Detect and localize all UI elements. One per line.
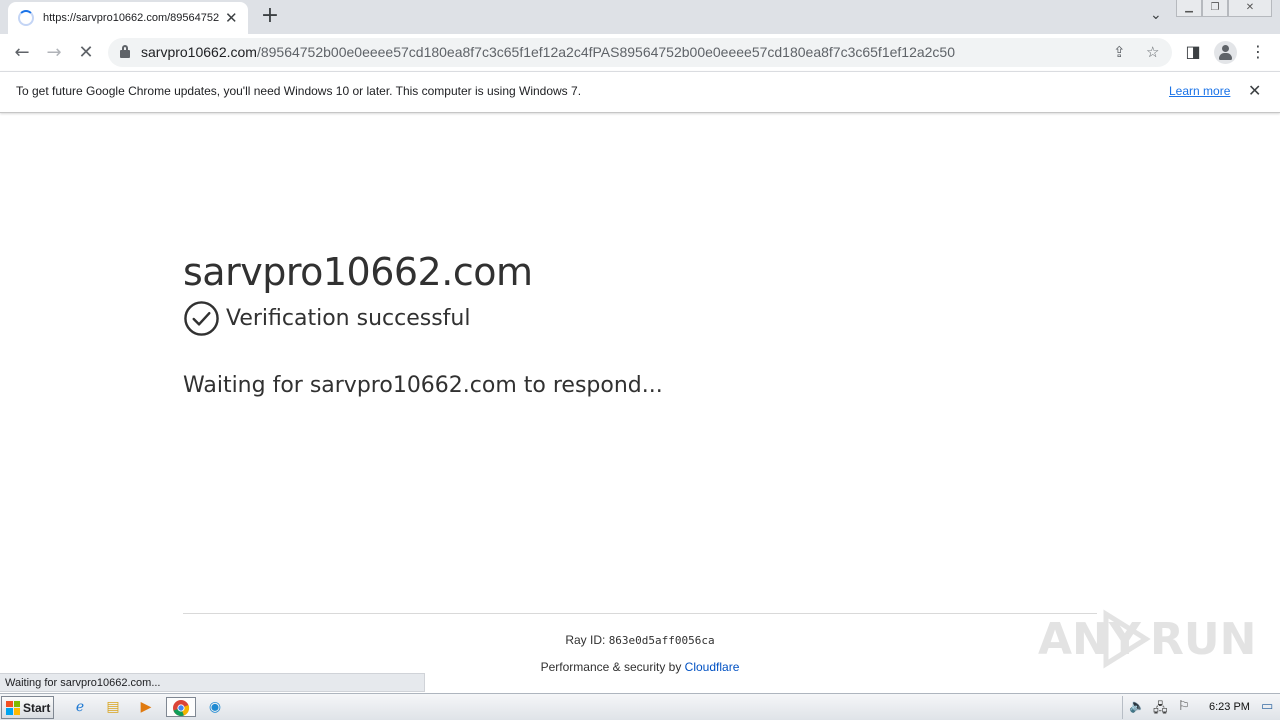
edge-icon[interactable]: ◉ bbox=[204, 697, 226, 717]
minimize-button[interactable]: ▁ bbox=[1176, 0, 1202, 17]
browser-tab[interactable]: https://sarvpro10662.com/89564752b00e0ee… bbox=[8, 2, 248, 34]
performance-label: Performance & security by bbox=[540, 660, 685, 674]
profile-avatar-icon[interactable] bbox=[1214, 41, 1237, 64]
verification-text: Verification successful bbox=[226, 306, 471, 331]
window-controls: ▁ ❐ ✕ bbox=[1176, 0, 1272, 17]
tab-close-icon[interactable]: ✕ bbox=[225, 10, 238, 26]
new-tab-button[interactable]: + bbox=[258, 5, 282, 29]
share-icon[interactable]: ⇪ bbox=[1113, 43, 1126, 61]
waiting-message: Waiting for sarvpro10662.com to respond.… bbox=[183, 373, 663, 398]
ray-id-value: 863e0d5aff0056ca bbox=[608, 634, 715, 647]
internet-explorer-icon[interactable]: ℯ bbox=[69, 697, 91, 717]
windows-logo-icon bbox=[6, 700, 20, 715]
page-content: sarvpro10662.com Verification successful… bbox=[0, 114, 1280, 692]
clock[interactable]: 6:23 PM bbox=[1209, 701, 1250, 713]
back-arrow-icon[interactable]: ← bbox=[9, 40, 35, 66]
media-player-icon[interactable]: ▶ bbox=[135, 697, 157, 717]
cloudflare-link[interactable]: Cloudflare bbox=[685, 660, 740, 674]
action-center-flag-icon[interactable]: ⚐ bbox=[1178, 699, 1190, 714]
check-circle-icon bbox=[184, 301, 219, 336]
start-button[interactable]: Start bbox=[1, 696, 54, 719]
tab-search-chevron-icon[interactable]: ⌄ bbox=[1150, 7, 1162, 23]
windows-taskbar: Start ℯ ▤ ▶ ◉ 🔈 🖧 ⚐ 6:23 PM ▭ bbox=[0, 693, 1280, 720]
chrome-icon[interactable] bbox=[166, 697, 196, 717]
start-label: Start bbox=[23, 700, 51, 715]
address-bar[interactable]: sarvpro10662.com/89564752b00e0eeee57cd18… bbox=[108, 38, 1172, 67]
infobar-message: To get future Google Chrome updates, you… bbox=[16, 84, 582, 98]
loading-spinner-icon bbox=[18, 10, 34, 26]
infobar-close-icon[interactable]: ✕ bbox=[1248, 81, 1261, 100]
file-explorer-icon[interactable]: ▤ bbox=[102, 697, 124, 717]
restore-button[interactable]: ❐ bbox=[1202, 0, 1228, 17]
bookmark-star-icon[interactable]: ☆ bbox=[1146, 43, 1159, 61]
tab-strip: https://sarvpro10662.com/89564752b00e0ee… bbox=[0, 0, 1280, 34]
system-tray: 🔈 🖧 ⚐ 6:23 PM ▭ bbox=[1122, 696, 1278, 719]
window-close-button[interactable]: ✕ bbox=[1228, 0, 1272, 17]
divider bbox=[183, 613, 1097, 614]
update-infobar: To get future Google Chrome updates, you… bbox=[0, 71, 1280, 113]
forward-arrow-icon[interactable]: → bbox=[41, 40, 67, 66]
show-desktop-icon[interactable]: ▭ bbox=[1261, 699, 1273, 714]
side-panel-icon[interactable]: ◨ bbox=[1182, 42, 1204, 61]
volume-icon[interactable]: 🔈 bbox=[1129, 699, 1145, 714]
url-text[interactable]: sarvpro10662.com/89564752b00e0eeee57cd18… bbox=[141, 44, 955, 60]
menu-kebab-icon[interactable]: ⋮ bbox=[1247, 42, 1269, 61]
learn-more-link[interactable]: Learn more bbox=[1169, 84, 1230, 98]
anyrun-watermark-logo: ANY RUN bbox=[1038, 609, 1257, 669]
verification-status: Verification successful bbox=[183, 300, 470, 337]
status-bubble: Waiting for sarvpro10662.com... bbox=[0, 673, 425, 692]
ray-id-label: Ray ID: bbox=[565, 633, 609, 647]
site-title: sarvpro10662.com bbox=[183, 250, 533, 294]
browser-toolbar: ← → ✕ sarvpro10662.com/89564752b00e0eeee… bbox=[0, 34, 1280, 71]
stop-loading-icon[interactable]: ✕ bbox=[73, 40, 99, 66]
network-icon[interactable]: 🖧 bbox=[1153, 699, 1168, 721]
lock-icon[interactable] bbox=[120, 45, 130, 58]
tab-title: https://sarvpro10662.com/89564752b00e0ee… bbox=[43, 12, 219, 24]
